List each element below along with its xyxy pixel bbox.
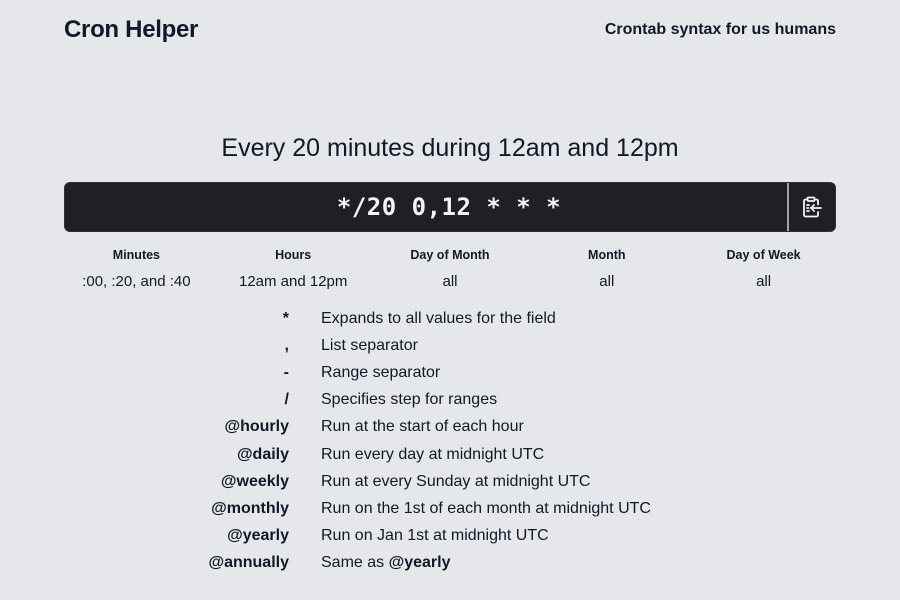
legend-key: /: [284, 391, 289, 409]
field-month: Month all: [528, 248, 685, 290]
legend-row: / Specifies step for ranges: [0, 387, 900, 414]
field-value: :00, :20, and :40: [82, 273, 191, 290]
legend-key: ,: [284, 336, 289, 354]
field-day-of-week: Day of Week all: [685, 248, 842, 290]
field-breakdown: Minutes :00, :20, and :40 Hours 12am and…: [58, 248, 842, 290]
legend-key: @yearly: [227, 527, 289, 545]
legend-key: @daily: [236, 445, 289, 463]
legend-row: @weekly Run at every Sunday at midnight …: [0, 468, 900, 495]
legend-row: @daily Run every day at midnight UTC: [0, 441, 900, 468]
legend-row: , List separator: [0, 332, 900, 359]
field-label: Day of Week: [726, 248, 801, 262]
field-label: Minutes: [112, 248, 161, 262]
legend-key: @annually: [208, 554, 289, 572]
field-day-of-month: Day of Month all: [372, 248, 529, 290]
cron-expression-bar: */20 0,12 * * *: [64, 182, 836, 232]
legend-row: - Range separator: [0, 359, 900, 386]
legend-desc-bold: @yearly: [388, 554, 451, 572]
legend-desc: Same as @yearly: [321, 554, 450, 572]
tagline: Crontab syntax for us humans: [604, 21, 836, 38]
legend-desc: Range separator: [321, 363, 441, 381]
field-value: all: [756, 273, 772, 290]
legend-desc: List separator: [321, 336, 418, 354]
legend-desc: Run on Jan 1st at midnight UTC: [321, 527, 549, 545]
field-label: Hours: [275, 248, 312, 262]
field-minutes: Minutes :00, :20, and :40: [58, 248, 215, 290]
header: Cron Helper Crontab syntax for us humans: [64, 16, 836, 44]
clipboard-copy-icon: [803, 196, 822, 218]
cron-expression-input[interactable]: */20 0,12 * * *: [65, 183, 787, 231]
field-value: all: [442, 273, 458, 290]
legend-desc: Specifies step for ranges: [321, 391, 498, 409]
legend-key: @hourly: [224, 418, 290, 436]
legend-row: * Expands to all values for the field: [0, 305, 900, 332]
field-value: all: [599, 273, 615, 290]
legend-key: @monthly: [211, 499, 289, 517]
legend-desc: Expands to all values for the field: [321, 309, 556, 327]
legend-desc: Run at the start of each hour: [321, 418, 524, 436]
field-hours: Hours 12am and 12pm: [215, 248, 372, 290]
field-value: 12am and 12pm: [238, 273, 348, 290]
legend-key: -: [283, 363, 289, 381]
legend-row: @yearly Run on Jan 1st at midnight UTC: [0, 523, 900, 550]
legend-row: @annually Same as @yearly: [0, 550, 900, 577]
syntax-legend: * Expands to all values for the field , …: [0, 305, 900, 577]
field-label: Month: [588, 248, 626, 262]
legend-key: *: [282, 309, 289, 327]
logo[interactable]: Cron Helper: [64, 16, 198, 44]
legend-desc: Run at every Sunday at midnight UTC: [321, 472, 591, 490]
legend-key: @weekly: [220, 472, 289, 490]
legend-desc: Run every day at midnight UTC: [321, 445, 545, 463]
cron-description: Every 20 minutes during 12am and 12pm: [221, 134, 679, 162]
legend-desc-text: Same as: [321, 554, 385, 572]
legend-desc: Run on the 1st of each month at midnight…: [321, 499, 651, 517]
field-label: Day of Month: [410, 248, 490, 262]
copy-button[interactable]: [787, 183, 835, 231]
legend-row: @monthly Run on the 1st of each month at…: [0, 495, 900, 522]
legend-row: @hourly Run at the start of each hour: [0, 414, 900, 441]
